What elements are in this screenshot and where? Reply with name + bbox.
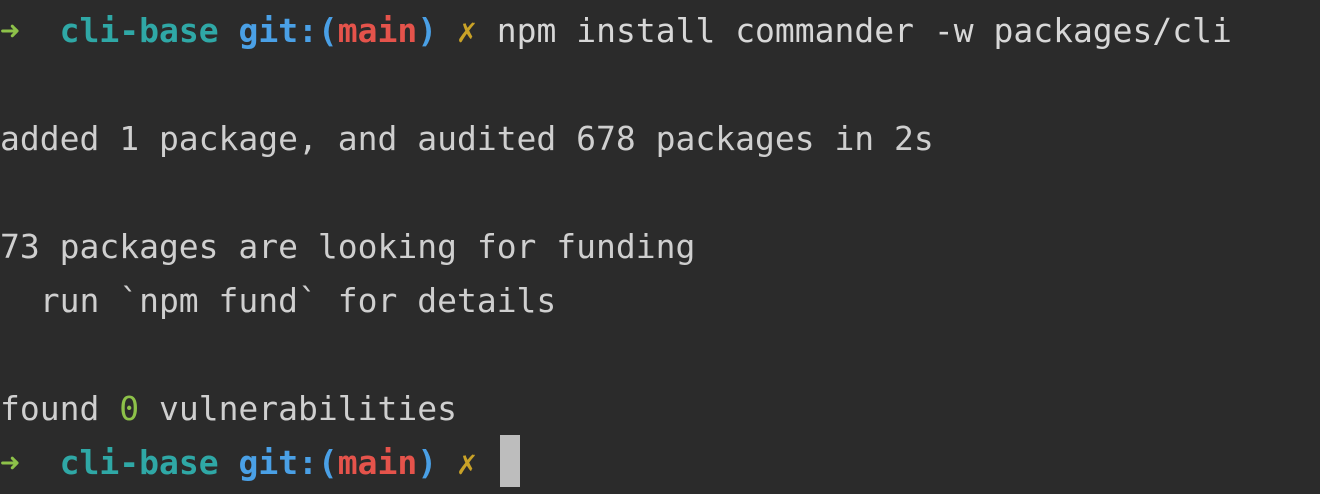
prompt-branch: main [337, 443, 418, 482]
prompt-dirty-icon: ✗ [457, 443, 477, 482]
vulnerability-count: 0 [119, 389, 140, 428]
terminal-cursor[interactable] [500, 435, 520, 487]
prompt-line-2: ➜ cli-base git:(main) ✗ [0, 436, 477, 490]
prompt-directory: cli-base [59, 11, 219, 50]
terminal-window[interactable]: ➜ cli-base git:(main) ✗ npm install comm… [0, 0, 1320, 494]
prompt-git-prefix: git:( [238, 11, 338, 50]
prompt-line-1: ➜ cli-base git:(main) ✗ npm install comm… [0, 4, 1232, 58]
prompt-directory: cli-base [59, 443, 219, 482]
output-funding: 73 packages are looking for funding [0, 227, 696, 266]
output-fund-hint: run `npm fund` for details [0, 281, 557, 320]
prompt-dirty-icon: ✗ [457, 11, 477, 50]
found-prefix: found [0, 389, 120, 428]
prompt-branch: main [337, 11, 418, 50]
prompt-git-suffix: ) [417, 11, 438, 50]
found-suffix: vulnerabilities [139, 389, 457, 428]
command-text: npm install commander -w packages/cli [496, 11, 1232, 50]
prompt-arrow-icon: ➜ [0, 443, 20, 482]
output-vulnerabilities: found 0 vulnerabilities [0, 382, 457, 436]
prompt-arrow-icon: ➜ [0, 11, 20, 50]
prompt-git-prefix: git:( [238, 443, 338, 482]
output-added: added 1 package, and audited 678 package… [0, 119, 934, 158]
prompt-git-suffix: ) [417, 443, 438, 482]
